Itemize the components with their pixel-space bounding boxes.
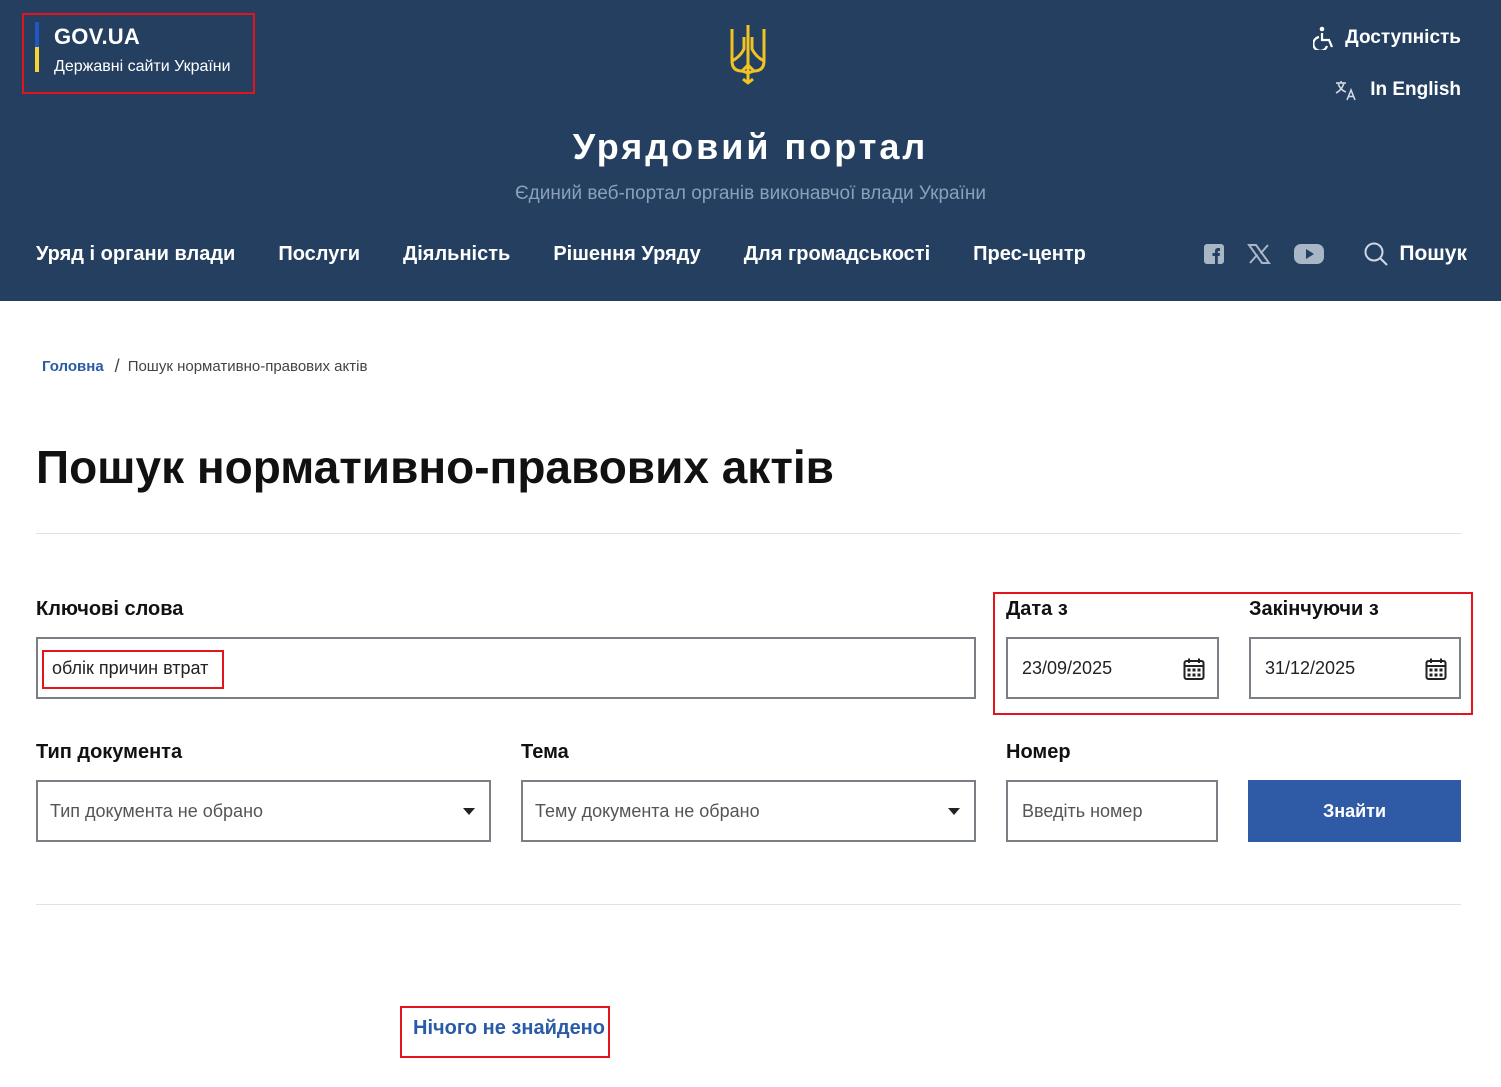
language-switch[interactable]: In English bbox=[1334, 78, 1461, 102]
number-input[interactable]: Введіть номер bbox=[1006, 780, 1218, 842]
x-icon[interactable] bbox=[1247, 243, 1271, 265]
date-from-label: Дата з bbox=[1006, 598, 1068, 620]
accessibility-label: Доступність bbox=[1345, 27, 1461, 48]
title-divider bbox=[36, 533, 1461, 534]
number-label: Номер bbox=[1006, 741, 1071, 763]
facebook-icon[interactable] bbox=[1203, 243, 1225, 265]
youtube-icon[interactable] bbox=[1293, 243, 1325, 265]
date-to-value: 31/12/2025 bbox=[1265, 657, 1356, 678]
breadcrumb-home[interactable]: Головна bbox=[42, 358, 104, 375]
nav-item-press[interactable]: Прес-центр bbox=[973, 243, 1086, 266]
calendar-icon[interactable] bbox=[1425, 657, 1447, 681]
main-nav: Уряд і органи влади Послуги Діяльність Р… bbox=[36, 243, 1129, 266]
chevron-down-icon bbox=[463, 808, 475, 815]
find-button[interactable]: Знайти bbox=[1248, 780, 1461, 842]
ukraine-flag-bar bbox=[35, 22, 39, 72]
page-title: Пошук нормативно-правових актів bbox=[36, 441, 834, 493]
search-icon bbox=[1364, 242, 1389, 266]
nav-item-activity[interactable]: Діяльність bbox=[403, 243, 510, 266]
site-header: GOV.UA Державні сайти України Доступніст… bbox=[0, 0, 1501, 301]
language-label: In English bbox=[1370, 79, 1461, 100]
chevron-down-icon bbox=[948, 808, 960, 815]
gov-ua-subtitle[interactable]: Державні сайти України bbox=[54, 58, 231, 76]
portal-title[interactable]: Урядовий портал bbox=[0, 126, 1501, 168]
translate-icon bbox=[1335, 81, 1356, 101]
keywords-label: Ключові слова bbox=[36, 598, 184, 620]
nav-item-government[interactable]: Уряд і органи влади bbox=[36, 243, 235, 266]
breadcrumb: Головна / Пошук нормативно-правових акті… bbox=[42, 356, 367, 377]
trident-icon[interactable] bbox=[727, 23, 769, 85]
date-to-input[interactable]: 31/12/2025 bbox=[1249, 637, 1461, 699]
doc-type-value: Тип документа не обрано bbox=[50, 800, 264, 821]
breadcrumb-separator: / bbox=[114, 356, 120, 376]
form-divider bbox=[36, 904, 1461, 905]
doc-type-select[interactable]: Тип документа не обрано bbox=[36, 780, 491, 842]
topic-value: Тему документа не обрано bbox=[535, 800, 760, 821]
date-to-label: Закінчуючи з bbox=[1249, 598, 1379, 620]
gov-ua-link[interactable]: GOV.UA bbox=[54, 24, 140, 50]
date-from-input[interactable]: 23/09/2025 bbox=[1006, 637, 1219, 699]
calendar-icon[interactable] bbox=[1183, 657, 1205, 681]
doc-type-label: Тип документа bbox=[36, 741, 183, 763]
nav-item-services[interactable]: Послуги bbox=[278, 243, 360, 266]
header-search-link[interactable]: Пошук bbox=[1363, 241, 1467, 267]
nav-item-decisions[interactable]: Рішення Уряду bbox=[553, 243, 700, 266]
search-label: Пошук bbox=[1399, 242, 1467, 265]
portal-subtitle: Єдиний веб-портал органів виконавчої вла… bbox=[515, 183, 986, 204]
accessibility-link[interactable]: Доступність bbox=[1313, 26, 1461, 50]
keywords-highlight-box bbox=[42, 650, 224, 689]
nav-item-public[interactable]: Для громадськості bbox=[744, 243, 930, 266]
social-links bbox=[1203, 243, 1325, 265]
number-placeholder: Введіть номер bbox=[1022, 800, 1143, 821]
breadcrumb-current: Пошук нормативно-правових актів bbox=[127, 358, 368, 375]
topic-label: Тема bbox=[521, 741, 569, 763]
wheelchair-icon bbox=[1313, 26, 1334, 50]
topic-select[interactable]: Тему документа не обрано bbox=[521, 780, 976, 842]
no-results-message: Нічого не знайдено bbox=[413, 1017, 605, 1039]
date-from-value: 23/09/2025 bbox=[1022, 657, 1113, 678]
